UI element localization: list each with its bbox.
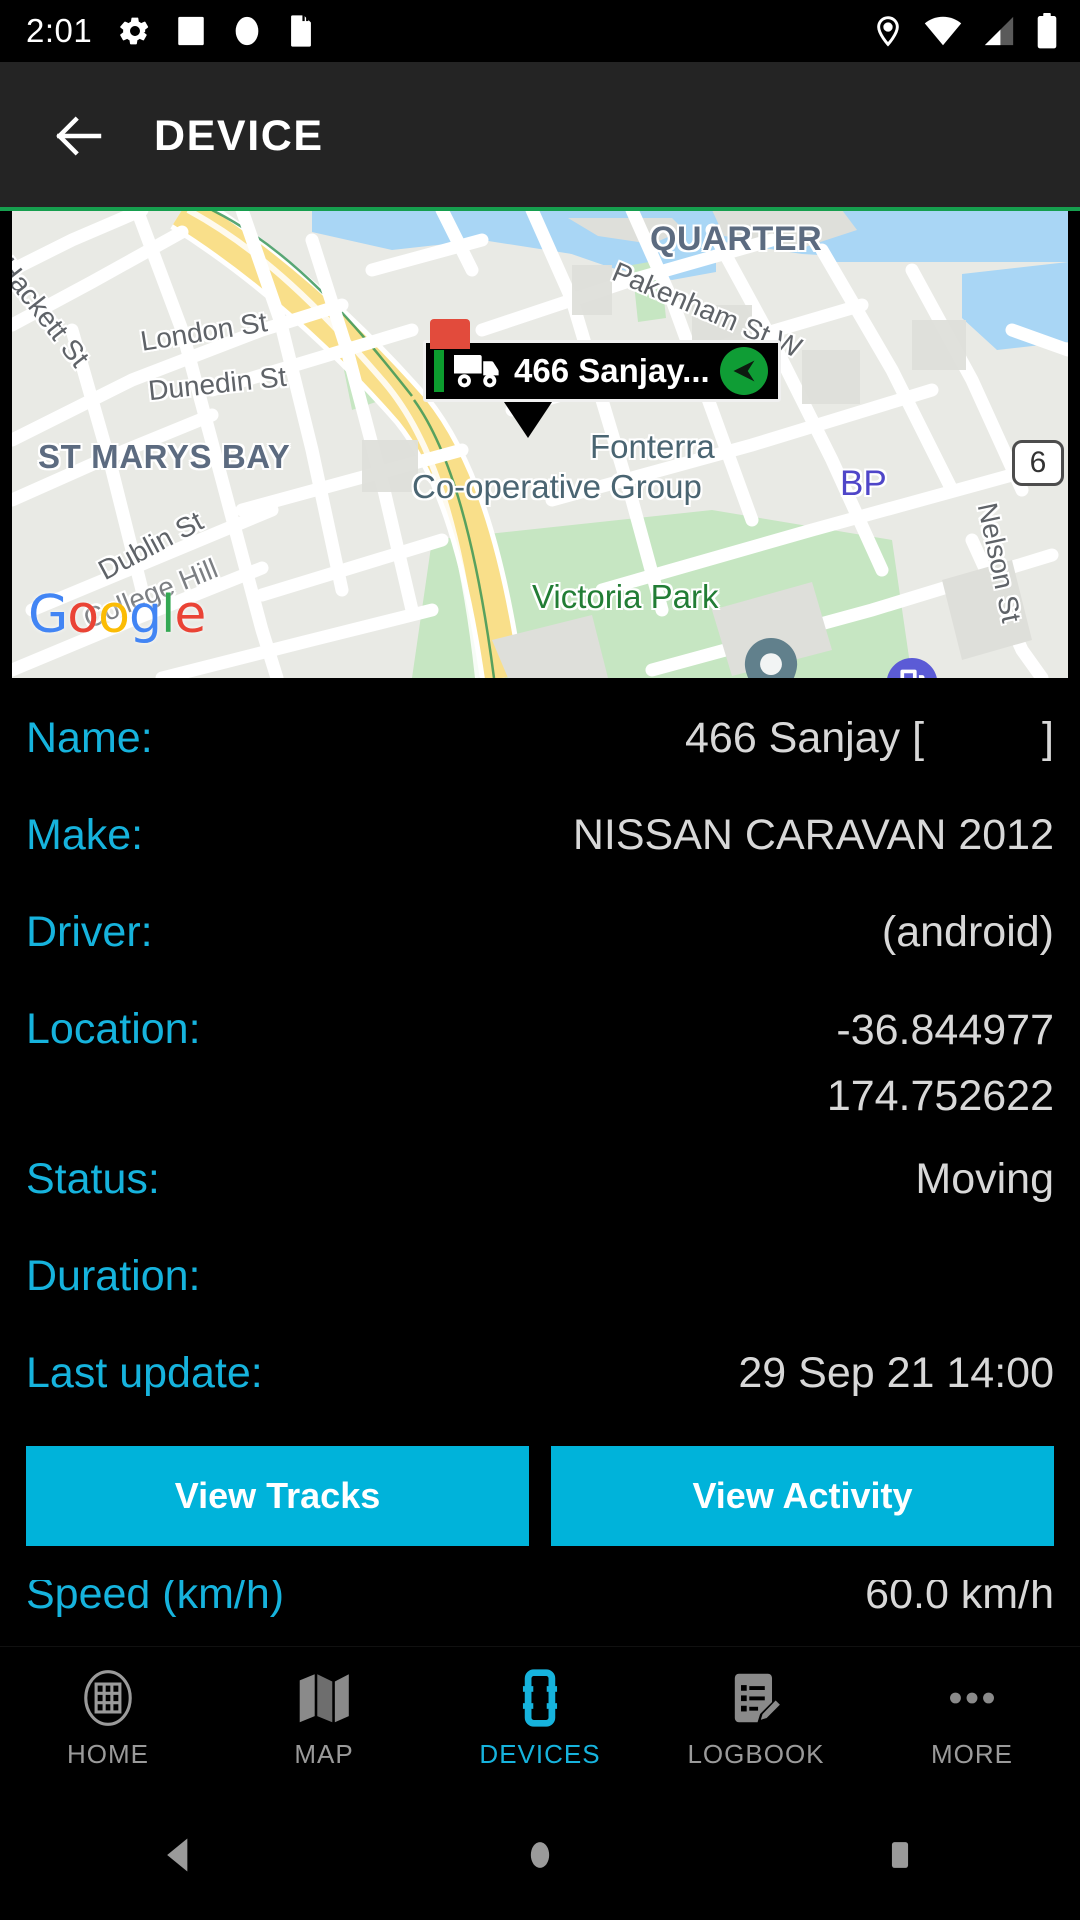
back-button[interactable] [30,88,126,184]
location-icon [877,16,899,47]
detail-label: Name: [26,714,153,762]
nav-item-logbook[interactable]: LOGBOOK [648,1667,864,1770]
device-detail-list: Name: 466 Sanjay [] Make: NISSAN CARAVAN… [0,690,1080,1422]
gas-station-pin-icon [887,658,937,678]
arrow-back-icon [56,116,102,156]
detail-value: 466 Sanjay [] [685,690,1054,787]
action-button-row: View Tracks View Activity [0,1446,1080,1546]
cellular-signal-icon [984,16,1014,46]
system-home-button[interactable] [470,1790,610,1920]
detail-label: Make: [26,811,144,859]
marker-status-bar [434,350,444,392]
sdcard-icon [291,14,312,47]
detail-value: NISSAN CARAVAN 2012 [572,811,1054,859]
nav-item-home[interactable]: HOME [0,1667,216,1770]
battery-icon [1037,13,1057,49]
detail-row-duration: Duration: [0,1228,1080,1325]
circle-icon [235,16,259,46]
gear-icon [120,17,149,45]
detail-row-driver: Driver: (android) [0,884,1080,981]
home-circle-icon [530,1842,550,1868]
device-name-text: 466 Sanjay [ [684,714,925,762]
map-poi-pin-icon [744,638,798,678]
detail-label: Duration: [26,1252,201,1300]
detail-label: Speed (km/h) [26,1580,285,1618]
detail-row-name: Name: 466 Sanjay [] [0,690,1080,787]
detail-label: Last update: [26,1349,263,1397]
detail-row-location: Location: -36.844977 174.752622 [0,981,1080,1131]
square-icon [178,16,204,46]
system-back-button[interactable] [110,1790,250,1920]
status-badge: Moving [915,1155,1054,1203]
system-navigation-bar [0,1790,1080,1920]
vehicle-map-marker[interactable]: 466 Sanjay... [423,319,781,438]
nav-label: DEVICES [479,1739,601,1769]
marker-label: 466 Sanjay... [514,352,710,389]
detail-value: -36.844977 174.752622 [827,981,1054,1129]
detail-row-status: Status: Moving [0,1131,1080,1228]
map-highway-shield: 6 [1012,440,1064,486]
nav-label: HOME [67,1739,149,1769]
device-name-bracket-close: ] [1042,714,1054,762]
home-grid-icon [84,1670,132,1726]
latitude-value: -36.844977 [836,1006,1054,1054]
status-bar: 2:01 [0,0,1080,62]
back-triangle-icon [167,1838,188,1872]
wifi-icon [924,16,962,46]
nav-label: MAP [294,1739,354,1769]
page-title: DEVICE [154,111,324,160]
map-icon [299,1674,349,1723]
detail-value: 29 Sep 21 14:00 [738,1349,1054,1397]
device-icon [522,1669,558,1727]
nav-item-map[interactable]: MAP [216,1667,432,1770]
view-activity-button[interactable]: View Activity [551,1446,1054,1546]
map-preview[interactable]: Hackett St London St Dunedin St Dublin S… [12,210,1068,678]
status-bar-notification-icons [118,14,316,48]
detail-label: Driver: [26,908,153,956]
status-bar-clock: 2:01 [26,12,93,49]
longitude-value: 174.752622 [826,1072,1054,1120]
detail-row-speed: Speed (km/h) 60.0 km/h [0,1580,1080,1646]
detail-label: Status: [26,1155,160,1203]
nav-item-more[interactable]: MORE [864,1667,1080,1770]
nav-label: LOGBOOK [687,1739,825,1769]
recents-square-icon [891,1842,909,1868]
more-dots-icon [950,1692,994,1704]
truck-icon [454,355,499,388]
detail-row-make: Make: NISSAN CARAVAN 2012 [0,787,1080,884]
google-logo: Google [28,585,206,645]
map-top-divider [0,207,1080,211]
device-detail-screen: 2:01 DEVICE Hackett St London St Dunedin… [0,0,1080,1920]
view-tracks-button[interactable]: View Tracks [26,1446,529,1546]
marker-red-tab [430,319,470,349]
app-bar: DEVICE [0,62,1080,210]
nav-label: MORE [931,1739,1013,1769]
detail-label: Location: [26,1005,201,1053]
detail-row-last-update: Last update: 29 Sep 21 14:00 [0,1325,1080,1422]
system-recents-button[interactable] [830,1790,970,1920]
detail-value: 60.0 km/h [865,1580,1054,1618]
detail-value: (android) [881,908,1054,956]
bottom-navigation-bar: HOME MAP DEVICES LOGBOOK MORE [0,1646,1080,1790]
logbook-icon [734,1673,782,1723]
status-bar-system-icons [872,13,1058,49]
nav-item-devices[interactable]: DEVICES [432,1667,648,1770]
compass-arrow-icon [719,347,768,395]
